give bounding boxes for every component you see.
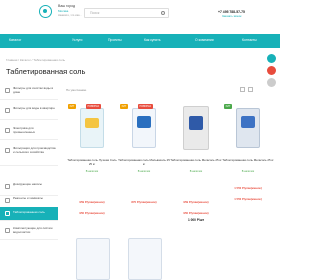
sort-dropdown[interactable]: По умолчанию <box>66 88 86 92</box>
badge-hit: ХИТ <box>224 104 232 109</box>
compare-icon[interactable] <box>267 78 276 87</box>
callback-link[interactable]: Заказать звонок <box>222 15 241 18</box>
nav-contacts[interactable]: Контакты <box>242 38 257 42</box>
sidebar-item-label: Таблетированная соль <box>13 210 45 214</box>
availability: В наличии <box>189 170 203 173</box>
nav-about[interactable]: О компании <box>195 38 214 42</box>
sidebar-item-electrics[interactable]: Электрика для промышленных <box>0 124 58 140</box>
product-name[interactable]: Таблетированная соль Лучшая Соль 25 кг <box>66 158 118 166</box>
category-icon <box>5 108 10 113</box>
availability: В наличии <box>137 170 151 173</box>
sidebar-item-home-filters[interactable]: Фильтры для очистки воды в доме <box>0 84 58 100</box>
sidebar-item-label: Электрика для промышленных <box>13 126 35 134</box>
sidebar-item-tablet-salt[interactable]: Таблетированная соль <box>0 207 58 221</box>
city-label: Ваш город <box>58 4 76 8</box>
category-icon <box>5 198 10 203</box>
category-icon <box>5 211 10 216</box>
sidebar-item-industrial[interactable]: Фильтрация для производства и сельского … <box>0 144 58 166</box>
badge-hit: ХИТ <box>68 104 76 109</box>
product-card[interactable]: ХИТ НОВИНКА Таблетированная соль Лучшая … <box>66 104 118 256</box>
favorites-icon[interactable] <box>267 66 276 75</box>
sidebar-item-label: Фильтры для воды в квартире <box>13 106 55 110</box>
city-hint: Нажмите, что изм... <box>58 14 82 17</box>
phone-number[interactable]: +7 495 788-57-75 <box>218 10 245 14</box>
category-icon <box>5 184 10 189</box>
category-icon <box>5 228 10 233</box>
sidebar-item-apartment-filters[interactable]: Фильтры для воды в квартире <box>0 104 58 120</box>
product-image[interactable] <box>74 104 110 152</box>
product-card[interactable]: ХИТ НОВИНКА Таблетированная соль Мильваз… <box>118 104 170 256</box>
product-image[interactable] <box>128 238 162 280</box>
product-card[interactable]: ХИТ Таблетированная соль Мегасоль 25 кг … <box>222 104 274 256</box>
product-name[interactable]: Таблетированная соль Мегасоль 25 кг <box>170 158 222 163</box>
price-per-pack: 870 Р/упак(мешок) <box>131 200 157 204</box>
product-price: 1 000 Р/шт <box>187 218 205 222</box>
page-title: Таблетированная соль <box>6 67 86 76</box>
nav-projects[interactable]: Проекты <box>108 38 122 42</box>
nav-services[interactable]: Услуги <box>72 38 82 42</box>
sidebar-item-label: Реагенты и химикаты <box>13 196 43 200</box>
grid-view-icon[interactable] <box>240 87 245 92</box>
sidebar-item-label: Фильтры для очистки воды в доме <box>13 86 54 94</box>
sidebar-item-components[interactable]: Комплектующие для систем водоочистки <box>0 224 58 240</box>
nav-how-to-buy[interactable]: Как купить <box>144 38 161 42</box>
badge-hit: ХИТ <box>120 104 128 109</box>
product-card[interactable]: Таблетированная соль Мегасоль 25 кг В на… <box>170 104 222 256</box>
main-nav: Каталог Услуги Проекты Как купить О комп… <box>0 34 280 48</box>
breadcrumb[interactable]: Главная / Каталог / Таблетированная соль <box>6 58 65 62</box>
price-per-pack: 1 550 Р/упак(мешок) <box>234 197 262 201</box>
sidebar-item-label: Фильтрация для производства и сельского … <box>13 146 56 154</box>
category-icon <box>5 88 10 93</box>
availability: В наличии <box>241 170 255 173</box>
category-icon <box>5 148 10 153</box>
price-per-pack: 950 Р/упак(мешок) <box>79 211 105 215</box>
price-per-pack: 950 Р/упак(мешок) <box>183 211 209 215</box>
category-icon <box>5 128 10 133</box>
search-placeholder: Поиск <box>90 11 100 15</box>
search-input[interactable]: Поиск <box>84 8 169 18</box>
product-name[interactable]: Таблетированная соль Мильвазоль 25 кг <box>118 158 170 166</box>
logo-icon[interactable] <box>39 5 52 18</box>
nav-catalog[interactable]: Каталог <box>9 38 21 42</box>
badge-new: НОВИНКА <box>138 104 153 109</box>
availability: В наличии <box>85 170 99 173</box>
badge-new: НОВИНКА <box>86 104 101 109</box>
product-image[interactable] <box>230 104 266 152</box>
site-header: Ваш город Москва Нажмите, что изм... Пои… <box>0 0 280 30</box>
sidebar-item-label: Дозирующие насосы <box>13 182 42 186</box>
product-image[interactable] <box>178 104 214 152</box>
product-image[interactable] <box>76 238 110 280</box>
price-per-pack: 959 Р/упак(мешок) <box>79 200 105 204</box>
price-per-pack: 959 Р/упак(мешок) <box>183 200 209 204</box>
product-name[interactable]: Таблетированная соль Мегасоль 25 кг <box>222 158 274 163</box>
city-link[interactable]: Москва <box>58 9 68 13</box>
product-image[interactable] <box>126 104 162 152</box>
cart-icon[interactable] <box>267 54 276 63</box>
price-per-pack: 1 550 Р/упак(мешок) <box>234 186 262 190</box>
list-view-icon[interactable] <box>248 87 253 92</box>
sidebar-item-label: Комплектующие для систем водоочистки <box>13 226 53 234</box>
search-icon[interactable] <box>161 11 165 15</box>
